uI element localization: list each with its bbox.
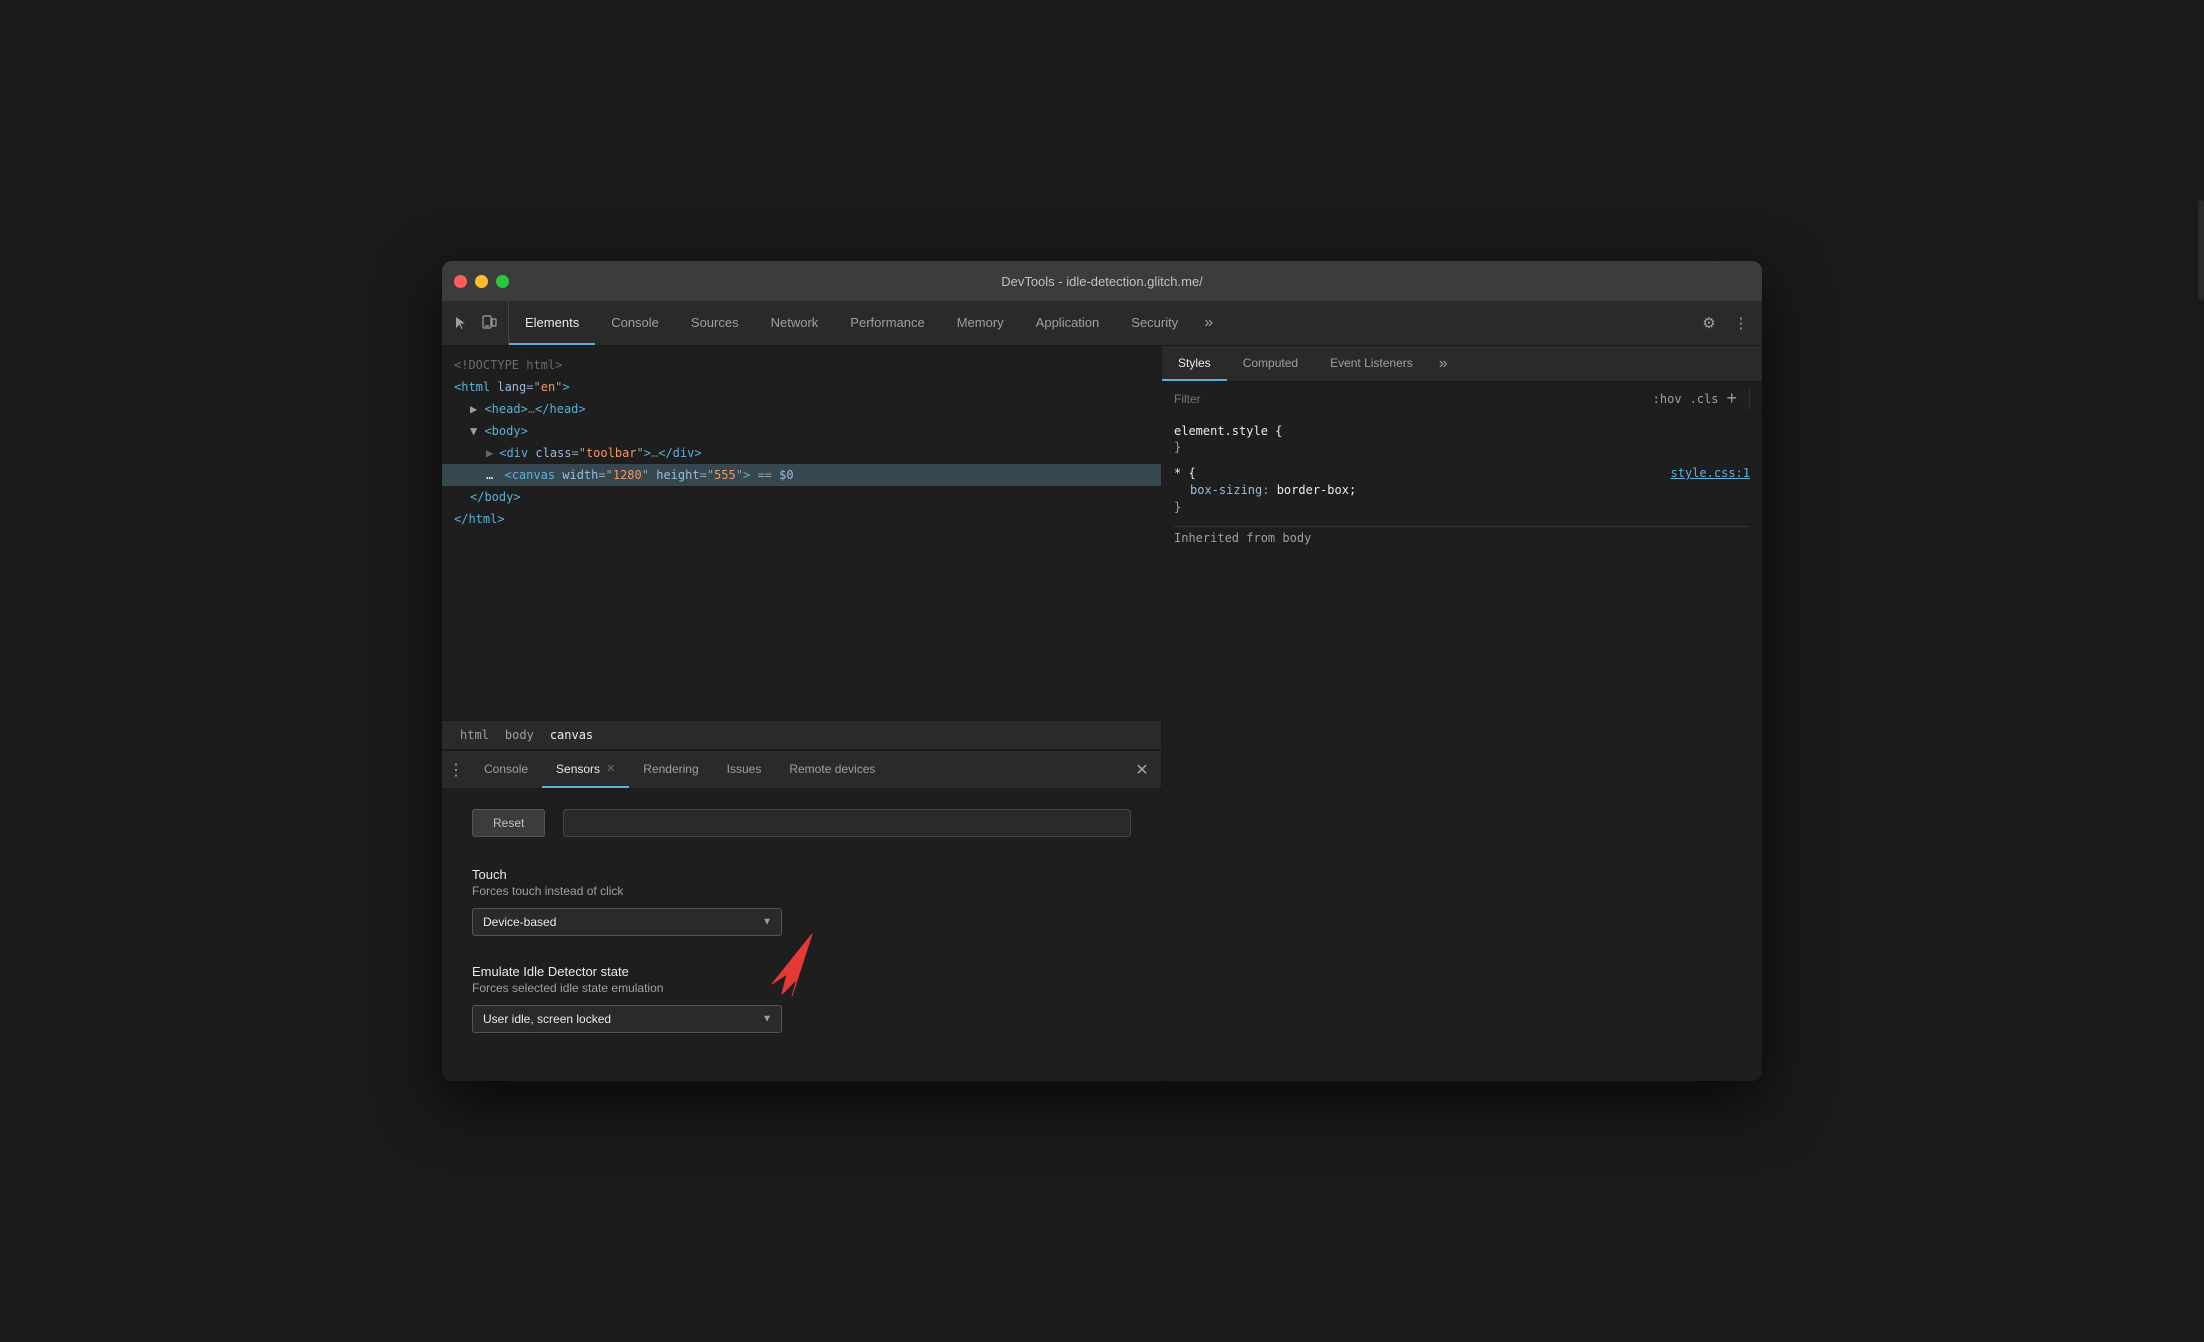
hov-button[interactable]: :hov — [1653, 392, 1682, 406]
device-icon[interactable] — [478, 312, 500, 334]
touch-select[interactable]: Device-based Force enabled Force disable… — [472, 908, 782, 936]
breadcrumb-html[interactable]: html — [454, 726, 495, 744]
close-sensors-tab[interactable]: ✕ — [606, 762, 615, 775]
tab-network[interactable]: Network — [755, 301, 835, 345]
dom-line-body[interactable]: ▼ <body> — [442, 420, 1161, 442]
devtools-right-icons: ⚙ ⋮ — [1688, 301, 1762, 345]
css-content[interactable]: element.style { } * { style.css:1 bo — [1162, 416, 1762, 1081]
idle-label: Emulate Idle Detector state — [472, 964, 1131, 979]
devtools-tab-bar: Elements Console Sources Network Perform… — [442, 301, 1762, 346]
tab-event-listeners[interactable]: Event Listeners — [1314, 346, 1429, 381]
right-panel: Styles Computed Event Listeners » :hov .… — [1162, 346, 1762, 1081]
window-title: DevTools - idle-detection.glitch.me/ — [1001, 274, 1203, 289]
css-source-link[interactable]: style.css:1 — [1671, 466, 1750, 480]
idle-select-wrapper: No idle emulation User active, screen un… — [472, 1005, 782, 1033]
bottom-tab-sensors[interactable]: Sensors ✕ — [542, 751, 629, 788]
touch-section: Touch Forces touch instead of click Devi… — [472, 867, 1131, 936]
bottom-panel: ⋮ Console Sensors ✕ Rendering Issues — [442, 750, 1161, 1081]
title-bar: DevTools - idle-detection.glitch.me/ — [442, 261, 1762, 301]
minimize-button[interactable] — [475, 275, 488, 288]
maximize-button[interactable] — [496, 275, 509, 288]
cursor-icon[interactable] — [450, 312, 472, 334]
touch-label: Touch — [472, 867, 1131, 882]
tab-styles[interactable]: Styles — [1162, 346, 1227, 381]
reset-bar: Reset — [472, 809, 1131, 837]
close-bottom-panel[interactable]: ✕ — [1123, 751, 1161, 788]
breadcrumb-body[interactable]: body — [499, 726, 540, 744]
traffic-lights — [454, 275, 509, 288]
filter-bar: :hov .cls + — [1162, 382, 1762, 416]
tab-memory[interactable]: Memory — [941, 301, 1020, 345]
css-rule-star: * { style.css:1 box-sizing: border-box; … — [1174, 466, 1750, 514]
idle-description: Forces selected idle state emulation — [472, 981, 1131, 995]
cls-button[interactable]: .cls — [1690, 392, 1719, 406]
bottom-tab-menu[interactable]: ⋮ — [442, 751, 470, 788]
touch-select-wrapper: Device-based Force enabled Force disable… — [472, 908, 782, 936]
left-panel: <!DOCTYPE html> <html lang="en"> ▶ <head… — [442, 346, 1162, 1081]
breadcrumb-canvas[interactable]: canvas — [544, 726, 599, 744]
bottom-tab-issues[interactable]: Issues — [713, 751, 776, 788]
styles-tab-overflow[interactable]: » — [1429, 346, 1458, 381]
more-options-icon[interactable]: ⋮ — [1730, 312, 1752, 334]
dom-tree[interactable]: <!DOCTYPE html> <html lang="en"> ▶ <head… — [442, 346, 1161, 720]
main-content: <!DOCTYPE html> <html lang="en"> ▶ <head… — [442, 346, 1762, 1081]
dom-line-doctype: <!DOCTYPE html> — [442, 354, 1161, 376]
tab-overflow-button[interactable]: » — [1194, 301, 1223, 345]
touch-description: Forces touch instead of click — [472, 884, 1131, 898]
inherited-from-label: Inherited from body — [1174, 526, 1750, 549]
bottom-tab-remote-devices[interactable]: Remote devices — [775, 751, 889, 788]
filter-input[interactable] — [1174, 392, 1645, 406]
bottom-tabs: ⋮ Console Sensors ✕ Rendering Issues — [442, 751, 1161, 789]
add-style-button[interactable]: + — [1726, 388, 1737, 409]
dom-line-html-close: </html> — [442, 508, 1161, 530]
toolbar-icons — [442, 301, 509, 345]
breadcrumb: html body canvas — [442, 720, 1161, 750]
css-rule-element-style: element.style { } — [1174, 424, 1750, 454]
idle-detector-section: Emulate Idle Detector state Forces selec… — [472, 964, 1131, 1033]
reset-button[interactable]: Reset — [472, 809, 545, 837]
sensors-panel: Reset Touch Forces touch instead of clic… — [442, 789, 1161, 1081]
close-button[interactable] — [454, 275, 467, 288]
idle-select[interactable]: No idle emulation User active, screen un… — [472, 1005, 782, 1033]
dom-line-div[interactable]: ▶<div class="toolbar">…</div> — [442, 442, 1161, 464]
tab-computed[interactable]: Computed — [1227, 346, 1314, 381]
dom-line-canvas[interactable]: … <canvas width="1280" height="555"> == … — [442, 464, 1161, 486]
tab-security[interactable]: Security — [1115, 301, 1194, 345]
dom-line-head[interactable]: ▶ <head>…</head> — [442, 398, 1161, 420]
bottom-tab-rendering[interactable]: Rendering — [629, 751, 712, 788]
tab-elements[interactable]: Elements — [509, 301, 595, 345]
dom-line-body-close: </body> — [442, 486, 1161, 508]
tab-performance[interactable]: Performance — [834, 301, 940, 345]
styles-tabs: Styles Computed Event Listeners » — [1162, 346, 1762, 382]
tab-console[interactable]: Console — [595, 301, 675, 345]
devtools-window: DevTools - idle-detection.glitch.me/ Ele… — [442, 261, 1762, 1081]
tab-sources[interactable]: Sources — [675, 301, 755, 345]
settings-icon[interactable]: ⚙ — [1698, 312, 1720, 334]
dom-line-html[interactable]: <html lang="en"> — [442, 376, 1161, 398]
tab-application[interactable]: Application — [1020, 301, 1116, 345]
bottom-tab-console[interactable]: Console — [470, 751, 542, 788]
